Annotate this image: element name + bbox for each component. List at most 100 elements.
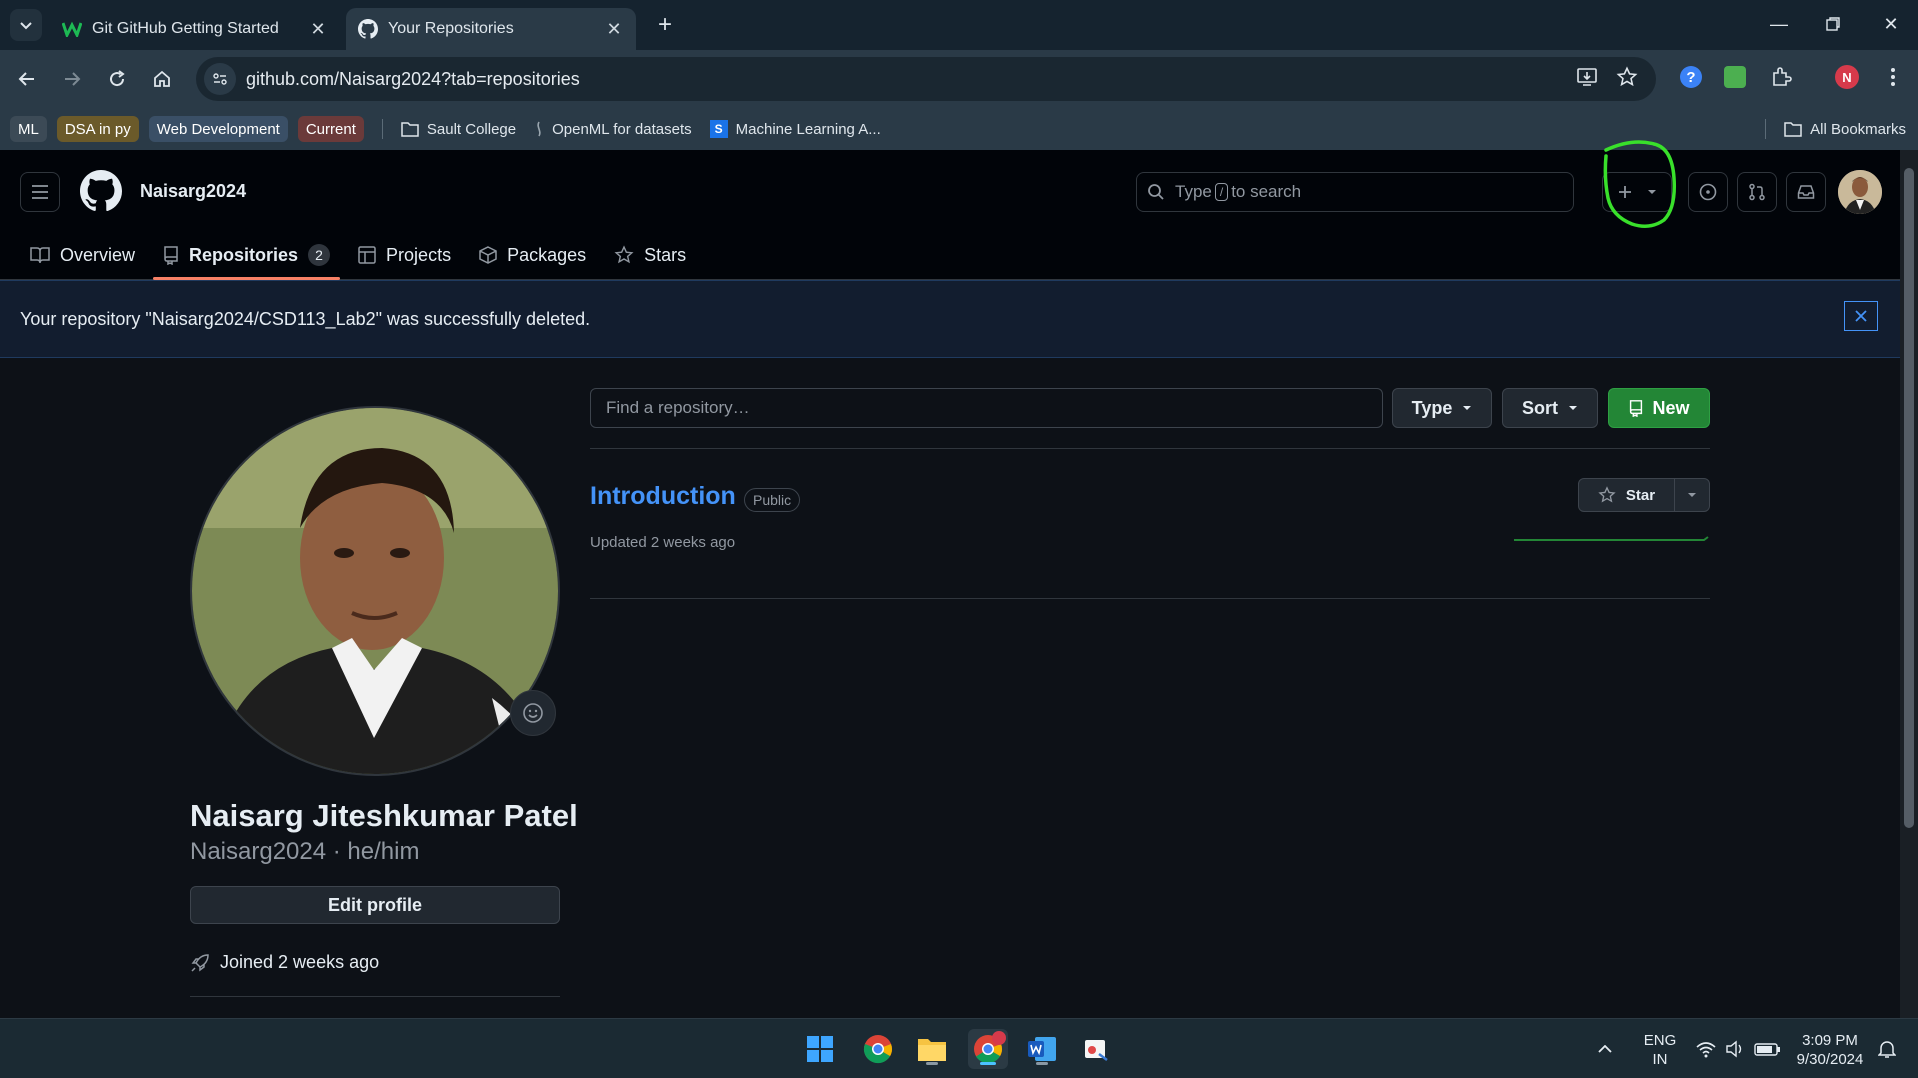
tab-search-button[interactable] [10,9,42,41]
taskbar-chrome-profile[interactable] [968,1029,1008,1069]
chevron-down-icon [20,22,32,30]
dismiss-flash-button[interactable] [1844,301,1878,331]
notifications-button[interactable] [1872,1029,1902,1069]
close-icon[interactable]: ✕ [308,19,328,39]
github-icon [358,19,378,39]
star-list-dropdown[interactable] [1675,479,1709,511]
bookmark-chip-ml[interactable]: ML [10,116,47,142]
clock-button[interactable]: 3:09 PM 9/30/2024 [1790,1031,1870,1069]
site-info-icon[interactable] [204,63,236,95]
profile-avatar-button[interactable]: N [1832,62,1862,92]
battery-icon [1754,1043,1780,1056]
forward-button[interactable] [55,62,89,96]
arrow-left-icon [18,72,34,86]
sort-label: Sort [1522,397,1558,418]
bookmark-chip-dsa[interactable]: DSA in py [56,116,139,142]
tab-stars[interactable]: Stars [604,230,696,280]
openml-icon [537,121,541,137]
issues-button[interactable] [1688,172,1728,212]
reload-button[interactable] [100,62,134,96]
tab-packages[interactable]: Packages [469,230,596,280]
browser-tab-git-getting-started[interactable]: Git GitHub Getting Started ✕ [50,8,340,50]
list-divider [590,598,1710,599]
new-repository-button[interactable]: New [1608,388,1710,428]
table-icon [358,246,376,264]
page-scrollbar[interactable] [1900,150,1918,1018]
context-username[interactable]: Naisarg2024 [140,181,246,202]
input-language-indicator[interactable]: ENG IN [1640,1031,1680,1069]
repo-icon [164,246,178,265]
new-tab-button[interactable]: + [650,10,680,40]
bookmark-sault-college[interactable]: Sault College [401,121,516,138]
chrome-icon [863,1035,892,1064]
extensions-puzzle-icon[interactable] [1766,62,1796,92]
green-extension-icon[interactable] [1720,62,1750,92]
bookmark-star-button[interactable] [1610,60,1644,94]
edit-profile-button[interactable]: Edit profile [190,886,560,924]
sidebar-divider [190,996,560,997]
install-app-button[interactable] [1570,60,1604,94]
find-repository-input[interactable]: Find a repository… [590,388,1383,428]
search-input[interactable]: Type / to search [1136,172,1574,212]
bookmark-chip-current[interactable]: Current [297,116,364,142]
triangle-down-icon [1569,406,1577,410]
home-button[interactable] [145,62,179,96]
show-hidden-icons-button[interactable] [1590,1029,1620,1069]
taskbar-word[interactable] [1022,1029,1062,1069]
all-bookmarks-button[interactable]: All Bookmarks [1784,121,1906,138]
back-button[interactable] [10,62,44,96]
user-avatar-button[interactable] [1838,170,1882,214]
profile-avatar[interactable] [190,406,560,776]
tab-label: Overview [60,244,136,265]
github-logo-icon[interactable] [80,170,122,212]
activity-sparkline [1514,536,1709,541]
issue-opened-icon [1699,183,1717,201]
tab-repositories[interactable]: Repositories 2 [153,230,341,280]
region-text: IN [1652,1051,1668,1068]
close-window-button[interactable]: ✕ [1868,6,1914,42]
smiley-icon [523,703,543,723]
star-icon [1598,486,1616,503]
bookmark-machine-learning[interactable]: S Machine Learning A... [709,120,881,138]
inbox-button[interactable] [1786,172,1826,212]
type-filter-label: Type [1411,397,1453,418]
list-divider [590,448,1710,449]
bookmark-chip-web-dev[interactable]: Web Development [148,116,288,142]
quick-settings-button[interactable] [1690,1029,1790,1069]
bookmark-openml[interactable]: OpenML for datasets [534,121,692,138]
folder-icon [401,122,419,137]
help-extension-icon[interactable]: ? [1676,62,1706,92]
tab-projects[interactable]: Projects [348,230,461,280]
address-bar[interactable]: github.com/Naisarg2024?tab=repositories [196,57,1656,101]
book-icon [30,247,50,264]
pull-requests-button[interactable] [1737,172,1777,212]
set-status-button[interactable] [510,690,556,736]
start-button[interactable] [800,1029,840,1069]
profile-username-pronouns: Naisarg2024 · he/him [190,838,420,865]
annotation-circle [1603,140,1677,228]
scrollbar-thumb[interactable] [1904,168,1914,828]
all-bookmarks-label: All Bookmarks [1810,120,1906,138]
sort-button[interactable]: Sort [1502,388,1598,428]
taskbar-file-explorer[interactable] [912,1029,952,1069]
open-menu-button[interactable] [20,172,60,212]
star-icon [1616,66,1638,87]
type-filter-button[interactable]: Type [1392,388,1492,428]
repo-name-link[interactable]: Introduction [590,482,736,511]
browser-menu-button[interactable] [1878,62,1908,92]
browser-tab-your-repositories[interactable]: Your Repositories ✕ [346,8,636,50]
star-button[interactable]: Star [1579,479,1675,511]
url-text: github.com/Naisarg2024?tab=repositories [246,68,580,89]
kebab-menu-icon [1891,68,1895,86]
taskbar-snipping-tool[interactable] [1076,1029,1116,1069]
taskbar-chrome[interactable] [858,1029,898,1069]
git-pull-request-icon [1749,183,1765,201]
clock-time: 3:09 PM [1802,1032,1858,1049]
tab-label: Packages [507,244,587,265]
profile-main: Naisarg Jiteshkumar Patel Naisarg2024 · … [0,358,1900,1018]
restore-button[interactable] [1810,6,1856,42]
close-icon[interactable]: ✕ [604,19,624,39]
minimize-button[interactable]: — [1756,6,1802,42]
tab-overview[interactable]: Overview [20,230,145,280]
package-icon [479,246,497,264]
